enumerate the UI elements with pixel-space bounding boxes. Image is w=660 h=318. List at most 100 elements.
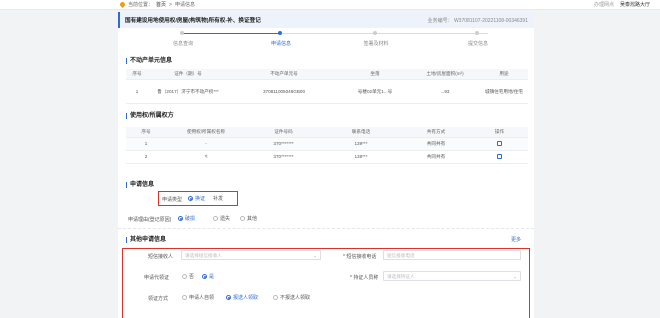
column-header: 证件号码 bbox=[246, 127, 321, 138]
radio-label: 换证 bbox=[195, 196, 206, 202]
breadcrumb-current: 申请信息 bbox=[174, 2, 195, 8]
radio-label: 其他 bbox=[247, 216, 258, 222]
step-dot bbox=[475, 31, 479, 35]
chevron-down-icon: ⌄ bbox=[513, 274, 517, 279]
cell-area: ...93 bbox=[410, 79, 480, 104]
cell-phone: 138*** bbox=[321, 150, 401, 164]
top-bar: 当前位置： 首页 > 申请信息 办理网点 吴泰淞路大厅 bbox=[0, 0, 660, 10]
cell-no: 1 bbox=[126, 137, 166, 151]
step-label: 提交信息 bbox=[467, 41, 488, 47]
property-section-title: 不动产单元信息 bbox=[126, 58, 172, 64]
owner-section-title: 使用权/所属权方 bbox=[126, 113, 174, 119]
column-header: 序号 bbox=[126, 69, 148, 80]
owner-table: 序号 使用权/所属权名称 证件号码 联系电话 共有方式 操作 1 - 370**… bbox=[126, 127, 528, 164]
apply-reason-label: 申请理由(登记原因) bbox=[128, 217, 172, 223]
column-header: 用途 bbox=[480, 69, 528, 80]
placeholder-text: 请选择持证人 bbox=[387, 274, 415, 279]
apply-section-title: 申请信息 bbox=[126, 182, 154, 188]
apply-type-renew-radio[interactable]: 换证 bbox=[188, 195, 205, 202]
pickup-agent-radio[interactable]: 报送人领取 bbox=[226, 294, 258, 301]
table-row: 1 - 370******* 139*** 共同共有 bbox=[126, 137, 528, 151]
column-header: 证件（期）号 bbox=[148, 69, 228, 80]
step-label: 信息查询 bbox=[172, 41, 193, 47]
apply-type-reissue-radio[interactable]: 补发 bbox=[213, 195, 223, 202]
step-label: 签署及材料 bbox=[363, 41, 389, 47]
cell-action bbox=[471, 150, 528, 164]
cell-use: 城镇住宅用地/住宅 bbox=[480, 79, 528, 104]
radio-dot bbox=[188, 196, 193, 201]
edit-icon[interactable] bbox=[497, 153, 502, 159]
cell-unit: 370811005046GB00 bbox=[228, 79, 340, 104]
cell-id: 370******* bbox=[246, 150, 321, 164]
main-card: 国有建设用地使用权/房屋(构筑物)所有权-补、换证登记 业务编号： W37081… bbox=[118, 12, 534, 318]
cell-name: *l bbox=[166, 150, 246, 164]
sms-receiver-select[interactable]: 请选择短信接收人 ⌄ bbox=[181, 250, 321, 260]
column-header: 联系电话 bbox=[321, 127, 401, 138]
reason-other-radio[interactable]: 其他 bbox=[240, 215, 257, 222]
proxy-yes-radio[interactable]: 是 bbox=[202, 273, 214, 280]
cell-no: 2 bbox=[126, 150, 166, 164]
other-section-title: 其他申请信息 bbox=[126, 237, 166, 243]
cell-phone: 139*** bbox=[321, 137, 401, 151]
sms-phone-label: * 短信接收电话 bbox=[343, 254, 377, 260]
apply-type-label: 申请类型 bbox=[162, 197, 183, 203]
sms-receiver-label: 短信接收人 bbox=[148, 254, 174, 260]
progress-steps: 信息查询 申请信息 签署及材料 提交信息 bbox=[118, 12, 534, 47]
breadcrumb: 当前位置： 首页 > 申请信息 bbox=[118, 0, 195, 9]
cell-share: 共同共有 bbox=[401, 137, 471, 151]
table-row: 2 *l 370******* 138*** 共同共有 bbox=[126, 150, 528, 164]
radio-dot bbox=[213, 216, 218, 221]
branch-link[interactable]: 办理网点 bbox=[594, 1, 614, 8]
column-header: 坐落 bbox=[340, 69, 410, 80]
table-header-row: 序号 证件（期）号 不动产单元号 坐落 土地/房屋面积(m²) 用途 bbox=[126, 69, 528, 80]
column-header: 不动产单元号 bbox=[228, 69, 340, 80]
reason-lost-radio[interactable]: 遗失 bbox=[213, 215, 230, 222]
location-pin-icon bbox=[118, 0, 127, 9]
radio-label: 是 bbox=[209, 274, 215, 280]
pickup-self-radio[interactable]: 申请人自领 bbox=[182, 294, 214, 301]
radio-label: 报送人领取 bbox=[233, 295, 259, 301]
cert-holder-select[interactable]: 请选择持证人 ⌄ bbox=[383, 271, 521, 281]
column-header: 共有方式 bbox=[401, 127, 471, 138]
radio-dot bbox=[226, 295, 231, 300]
step-dot bbox=[180, 31, 184, 35]
table-row: 1 鲁（2017）济宁市不动产权*** 370811005046GB00 号楼0… bbox=[126, 79, 528, 104]
radio-label: 否 bbox=[189, 274, 195, 280]
step-dot bbox=[278, 31, 282, 35]
column-header: 使用权/所属权名称 bbox=[166, 127, 246, 138]
radio-dot bbox=[182, 274, 187, 279]
sms-phone-input[interactable]: 短信接收电话 bbox=[383, 250, 521, 260]
radio-dot bbox=[202, 274, 207, 279]
breadcrumb-home[interactable]: 首页 bbox=[156, 1, 166, 8]
radio-dot bbox=[182, 295, 187, 300]
cell-name: - bbox=[166, 137, 246, 151]
cell-location: 号楼02单元1...号 bbox=[340, 79, 410, 104]
chevron-down-icon: ⌄ bbox=[313, 253, 317, 258]
radio-dot bbox=[240, 216, 245, 221]
table-header-row: 序号 使用权/所属权名称 证件号码 联系电话 共有方式 操作 bbox=[126, 127, 528, 138]
placeholder-text: 短信接收电话 bbox=[387, 253, 415, 258]
pickup-no-agent-radio[interactable]: 不报送人领取 bbox=[273, 294, 310, 301]
column-header: 序号 bbox=[126, 127, 166, 138]
cert-holder-label: * 持证人员称 bbox=[350, 275, 379, 281]
radio-label: 不报送人领取 bbox=[280, 295, 311, 301]
breadcrumb-separator: > bbox=[169, 1, 172, 8]
column-header: 操作 bbox=[471, 127, 528, 138]
step-dot bbox=[373, 31, 377, 35]
step-label: 申请信息 bbox=[270, 41, 291, 47]
cell-share: 共同共有 bbox=[401, 150, 471, 164]
cell-no: 1 bbox=[126, 79, 148, 104]
column-header: 土地/房屋面积(m²) bbox=[410, 69, 480, 80]
radio-label: 申请人自领 bbox=[189, 295, 215, 301]
property-table: 序号 证件（期）号 不动产单元号 坐落 土地/房屋面积(m²) 用途 1 鲁（2… bbox=[126, 69, 528, 104]
user-name[interactable]: 吴泰淞路大厅 bbox=[620, 1, 650, 8]
pickup-method-label: 领证方式 bbox=[148, 296, 169, 302]
more-link[interactable]: 更多 bbox=[511, 236, 521, 243]
breadcrumb-label: 当前位置： bbox=[128, 2, 154, 8]
reason-damaged-radio[interactable]: 破损 bbox=[178, 215, 195, 222]
proxy-pickup-label: 申请代领证 bbox=[144, 275, 170, 281]
cell-id: 370******* bbox=[246, 137, 321, 151]
edit-icon[interactable] bbox=[497, 140, 502, 146]
radio-label: 补发 bbox=[213, 196, 224, 202]
proxy-no-radio[interactable]: 否 bbox=[182, 273, 194, 280]
